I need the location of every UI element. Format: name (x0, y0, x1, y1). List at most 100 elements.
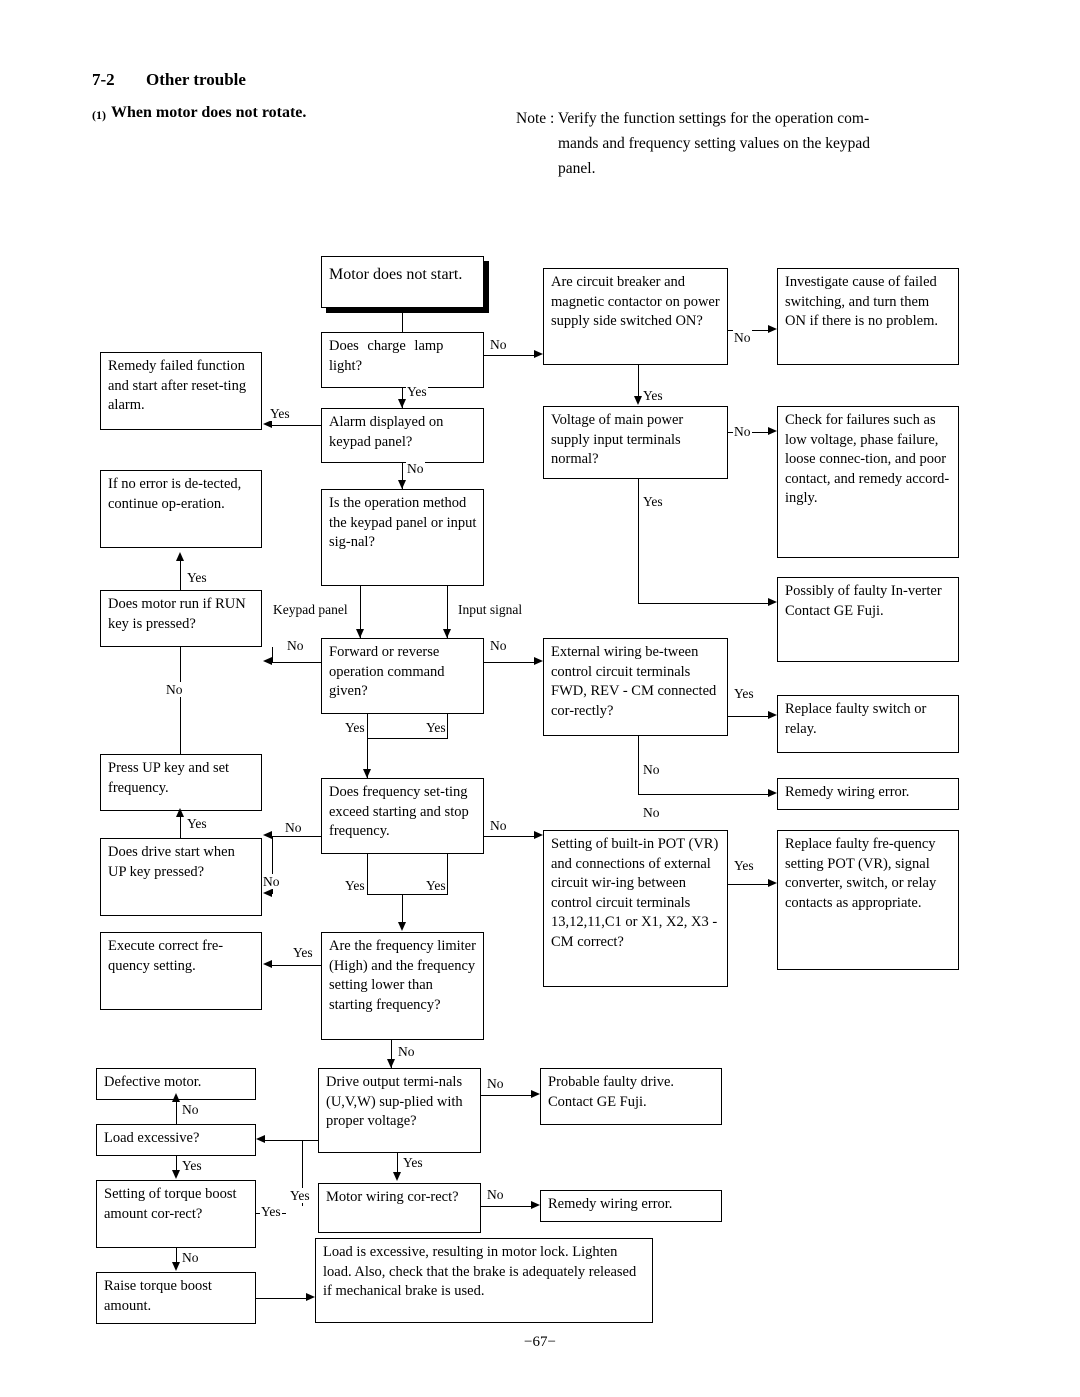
label-yes: Yes (425, 720, 447, 735)
label-no: No (733, 424, 752, 439)
label-no: No (733, 330, 752, 345)
box-motor-run-run-key: Does motor run if RUN key is pressed? (100, 590, 262, 647)
arrow (256, 1135, 265, 1143)
arrow (768, 711, 777, 719)
arrow (534, 350, 543, 358)
label-no: No (486, 1187, 505, 1202)
connector (272, 647, 274, 663)
arrow (392, 1172, 401, 1181)
connector (367, 854, 369, 894)
label-no: No (486, 1076, 505, 1091)
connector (180, 815, 182, 838)
connector (484, 662, 534, 664)
arrow (633, 396, 642, 405)
connector (272, 425, 321, 427)
label-yes: Yes (642, 494, 664, 509)
label-yes: Yes (260, 1204, 282, 1219)
connector (728, 716, 768, 718)
label-yes: Yes (181, 1158, 203, 1173)
box-alarm-displayed: Alarm displayed on keypad panel? (321, 408, 484, 463)
subsection-title: When motor does not rotate. (111, 104, 307, 121)
arrow (175, 552, 184, 561)
box-drive-start-up: Does drive start when UP key pressed? (100, 838, 262, 916)
box-probable-faulty-drive: Probable faulty drive. Contact GE Fuji. (540, 1068, 722, 1125)
label-yes: Yes (733, 858, 755, 873)
label-no: No (262, 874, 281, 889)
connector (402, 308, 404, 332)
arrow (397, 922, 406, 931)
connector (180, 647, 182, 754)
arrow (263, 960, 272, 968)
box-fwd-rev: Forward or reverse operation command giv… (321, 638, 484, 714)
note-line-2: mands and frequency setting values on th… (558, 135, 871, 152)
connector (367, 738, 448, 740)
arrow (534, 831, 543, 839)
box-external-wiring: External wiring be-tween control circuit… (543, 638, 728, 736)
arrow (531, 1090, 540, 1098)
box-execute-correct: Execute correct fre-quency setting. (100, 932, 262, 1010)
connector (256, 1298, 306, 1300)
arrow (534, 657, 543, 665)
label-yes: Yes (344, 878, 366, 893)
connector (272, 965, 321, 967)
box-drive-output: Drive output termi-nals (U,V,W) sup-plie… (318, 1068, 481, 1153)
box-press-up-key: Press UP key and set frequency. (100, 754, 262, 811)
box-charge-lamp: Does charge lamp light? (321, 332, 484, 388)
arrow (171, 1093, 180, 1102)
connector (397, 1153, 399, 1173)
label-yes: Yes (402, 1155, 424, 1170)
arrow (768, 879, 777, 887)
box-built-in-pot: Setting of built-in POT (VR) and connect… (543, 830, 728, 987)
label-input-signal: Input signal (457, 602, 524, 617)
label-no: No (181, 1102, 200, 1117)
box-freq-setting: Does frequency set-ting exceed starting … (321, 778, 484, 854)
note-line-1: Note : Verify the function settings for … (516, 110, 870, 127)
connector (272, 836, 321, 838)
arrow (263, 420, 272, 428)
box-no-error: If no error is de-tected, continue op-er… (100, 470, 262, 548)
connector (447, 714, 449, 738)
label-no: No (489, 638, 508, 653)
note-line-3: panel. (558, 160, 596, 177)
arrow (362, 769, 371, 778)
arrow (263, 831, 272, 839)
box-motor-wiring: Motor wiring cor-rect? (318, 1183, 481, 1233)
page-number: −67− (524, 1334, 556, 1350)
arrow (531, 1201, 540, 1209)
label-yes: Yes (733, 686, 755, 701)
connector (638, 603, 768, 605)
arrow (263, 657, 272, 665)
connector (272, 662, 321, 664)
label-yes: Yes (344, 720, 366, 735)
label-yes: Yes (289, 1188, 311, 1203)
connector (402, 894, 404, 924)
arrow (171, 1262, 180, 1271)
page: 7-2 Other trouble (1) When motor does no… (0, 0, 1080, 1397)
box-replace-pot: Replace faulty fre-quency setting POT (V… (777, 830, 959, 970)
label-no: No (642, 762, 661, 777)
connector (176, 1100, 178, 1124)
label-no: No (406, 461, 425, 476)
label-keypad-panel: Keypad panel (272, 602, 349, 617)
label-no: No (286, 638, 305, 653)
connector (481, 1206, 531, 1208)
box-voltage-main: Voltage of main power supply input termi… (543, 406, 728, 479)
box-load-lock: Load is excessive, resulting in motor lo… (315, 1238, 653, 1323)
label-no: No (642, 805, 661, 820)
box-torque-boost: Setting of torque boost amount cor-rect? (96, 1180, 256, 1248)
box-remedy-wiring-2: Remedy wiring error. (540, 1190, 722, 1222)
arrow (306, 1293, 315, 1301)
note-block: Note : Verify the function settings for … (516, 106, 986, 181)
arrow (768, 427, 777, 435)
label-no: No (489, 818, 508, 833)
box-operation-method: Is the operation method the keypad panel… (321, 489, 484, 586)
label-yes: Yes (186, 816, 208, 831)
connector (638, 479, 640, 603)
arrow (171, 1170, 180, 1179)
connector (180, 560, 182, 590)
label-yes: Yes (269, 406, 291, 421)
box-remedy-failed: Remedy failed function and start after r… (100, 352, 262, 430)
label-no: No (284, 820, 303, 835)
label-yes: Yes (186, 570, 208, 585)
label-yes: Yes (642, 388, 664, 403)
